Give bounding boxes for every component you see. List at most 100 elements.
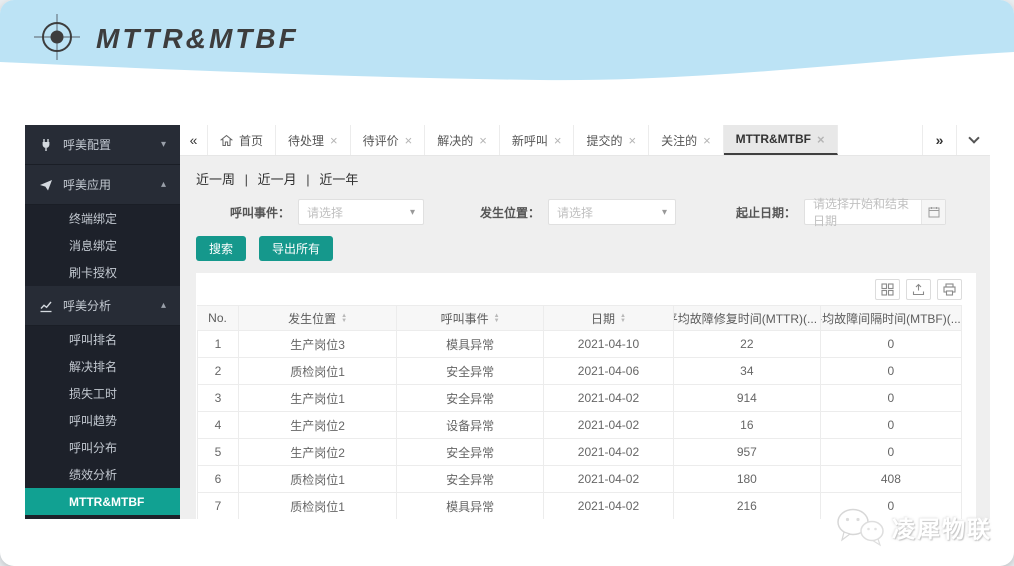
event-select[interactable]: 请选择 ▾ — [298, 199, 424, 225]
sidebar-item[interactable]: 损失工时 — [25, 380, 180, 407]
app-logo: MTTR&MTBF — [34, 13, 299, 61]
cell-mtbf: 0 — [821, 331, 962, 357]
location-select[interactable]: 请选择 ▾ — [548, 199, 676, 225]
caret-icon: ▴ — [161, 300, 166, 311]
tabs-expand-button[interactable]: » — [922, 125, 956, 155]
cell-mttr: 180 — [674, 466, 821, 492]
close-icon[interactable]: × — [554, 134, 562, 147]
tab[interactable]: 关注的 × — [649, 125, 724, 155]
printer-icon — [943, 283, 956, 296]
cell-no: 7 — [197, 493, 239, 519]
sidebar-item[interactable]: 绩效分析 — [25, 461, 180, 488]
sidebar-item[interactable]: 呼叫趋势 — [25, 407, 180, 434]
sidebar-item[interactable]: 呼美应用 ▴ — [25, 165, 180, 205]
column-settings-button[interactable] — [875, 279, 900, 300]
action-buttons: 搜索 导出所有 — [196, 236, 976, 261]
cell-date: 2021-04-06 — [544, 358, 674, 384]
close-icon[interactable]: × — [405, 134, 413, 147]
tab[interactable]: 待评价 × — [351, 125, 426, 155]
sidebar-item-label: 呼叫趋势 — [69, 412, 166, 429]
cell-mttr: 957 — [674, 439, 821, 465]
table-header-cell[interactable]: 发生位置 — [239, 306, 397, 330]
cell-mttr: 22 — [674, 331, 821, 357]
chat-bubbles-icon — [834, 506, 886, 548]
cell-mtbf: 0 — [821, 358, 962, 384]
tab[interactable]: MTTR&MTBF × — [724, 125, 838, 155]
close-icon[interactable]: × — [703, 134, 711, 147]
sidebar-item[interactable]: 解决排名 — [25, 353, 180, 380]
table-row: 3 生产岗位1 安全异常 2021-04-02 914 0 — [197, 385, 962, 412]
cell-event: 安全异常 — [397, 385, 544, 411]
sort-icon[interactable] — [620, 314, 626, 323]
cell-date: 2021-04-02 — [544, 493, 674, 519]
tab[interactable]: 提交的 × — [574, 125, 649, 155]
close-icon[interactable]: × — [479, 134, 487, 147]
sidebar-item[interactable]: 终端绑定 — [25, 205, 180, 232]
sidebar-item[interactable]: MTTR&MTBF — [25, 488, 180, 515]
tabs-collapse-button[interactable]: « — [180, 125, 208, 155]
table-row: 6 质检岗位1 安全异常 2021-04-02 180 408 — [197, 466, 962, 493]
sidebar-item[interactable]: 刷卡授权 — [25, 259, 180, 286]
sidebar-item-label: 呼美应用 — [63, 176, 161, 193]
close-icon[interactable]: × — [628, 134, 636, 147]
tab-label: MTTR&MTBF — [736, 132, 811, 146]
cell-location: 生产岗位3 — [239, 331, 397, 357]
send-icon — [39, 178, 53, 192]
close-icon[interactable]: × — [330, 134, 338, 147]
range-month-link[interactable]: 近一月 — [258, 172, 297, 187]
table-header-cell[interactable]: 平均故障间隔时间(MTBF)(... — [821, 306, 962, 330]
cell-mtbf: 408 — [821, 466, 962, 492]
app-window: MTTR&MTBF 呼美配置 ▾ 呼美应用 ▴ — [0, 0, 1014, 566]
calendar-icon[interactable] — [921, 200, 945, 224]
print-button[interactable] — [937, 279, 962, 300]
export-table-button[interactable] — [906, 279, 931, 300]
sort-icon[interactable] — [341, 314, 347, 323]
sidebar-item[interactable]: 呼美分析 ▴ — [25, 286, 180, 326]
sidebar-item[interactable]: 消息绑定 — [25, 232, 180, 259]
tabbar-controls: » — [922, 125, 990, 155]
close-icon[interactable]: × — [817, 133, 825, 146]
tabs-dropdown-button[interactable] — [956, 125, 990, 155]
tab[interactable]: 待处理 × — [276, 125, 351, 155]
export-all-button[interactable]: 导出所有 — [259, 236, 333, 261]
date-input-placeholder: 请选择开始和结束日期 — [813, 195, 917, 229]
cell-event: 安全异常 — [397, 439, 544, 465]
sort-icon[interactable] — [494, 314, 500, 323]
search-button[interactable]: 搜索 — [196, 236, 246, 261]
cell-no: 3 — [197, 385, 239, 411]
table-row: 4 生产岗位2 设备异常 2021-04-02 16 0 — [197, 412, 962, 439]
crosshair-icon — [34, 13, 80, 61]
sidebar-item[interactable]: 呼叫排名 — [25, 326, 180, 353]
tab[interactable]: 首页 — [208, 125, 276, 155]
brand-watermark: 凌犀物联 — [834, 506, 992, 548]
date-range-input[interactable]: 请选择开始和结束日期 — [804, 199, 946, 225]
table-header-cell[interactable]: 日期 — [544, 306, 674, 330]
cell-mttr: 216 — [674, 493, 821, 519]
column-label: No. — [208, 311, 227, 325]
table-header-cell[interactable]: 平均故障修复时间(MTTR)(... — [674, 306, 821, 330]
cell-event: 模具异常 — [397, 493, 544, 519]
sidebar-item-label: 呼美配置 — [63, 136, 161, 153]
cell-no: 2 — [197, 358, 239, 384]
content-area: « 首页 待处理 — [180, 125, 990, 519]
tab[interactable]: 新呼叫 × — [500, 125, 575, 155]
table-row: 5 生产岗位2 安全异常 2021-04-02 957 0 — [197, 439, 962, 466]
sidebar-item-label: 绩效分析 — [69, 466, 166, 483]
location-filter-label: 发生位置： — [480, 204, 540, 221]
range-year-link[interactable]: 近一年 — [319, 172, 358, 187]
sidebar: 呼美配置 ▾ 呼美应用 ▴ 终端绑定 — [25, 125, 180, 519]
table-header-cell[interactable]: 呼叫事件 — [397, 306, 544, 330]
tab-label: 提交的 — [586, 132, 622, 149]
column-label: 日期 — [591, 310, 615, 327]
range-week-link[interactable]: 近一周 — [196, 172, 235, 187]
sidebar-item[interactable]: 呼叫分布 — [25, 434, 180, 461]
plug-icon — [39, 138, 53, 152]
sidebar-item-label: 呼美分析 — [63, 297, 161, 314]
table-header-cell[interactable]: No. — [197, 306, 239, 330]
sidebar-item[interactable]: 呼美配置 ▾ — [25, 125, 180, 165]
select-caret-icon: ▾ — [410, 207, 415, 218]
range-separator: | — [306, 172, 309, 187]
tab[interactable]: 解决的 × — [425, 125, 500, 155]
home-icon — [220, 134, 233, 147]
tab-label: 新呼叫 — [512, 132, 548, 149]
